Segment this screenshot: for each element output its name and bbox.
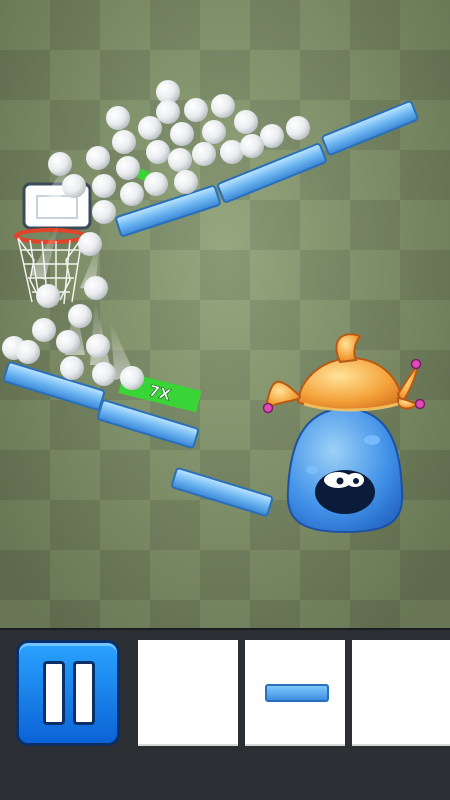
ball-cluster [2,80,310,390]
game-scene[interactable]: 7X [0,0,450,628]
plank-item-icon [265,684,329,702]
jester-hat [262,333,426,414]
plank [3,361,105,411]
item-slot-1[interactable] [138,640,238,746]
plank [171,467,273,517]
game-screen: 7X [0,0,450,800]
item-slot-2[interactable] [245,640,345,746]
item-slot-3[interactable] [352,640,450,746]
pause-button[interactable] [16,640,120,746]
plank [321,100,419,156]
pause-icon [19,643,117,743]
jelly-monster [262,333,426,534]
